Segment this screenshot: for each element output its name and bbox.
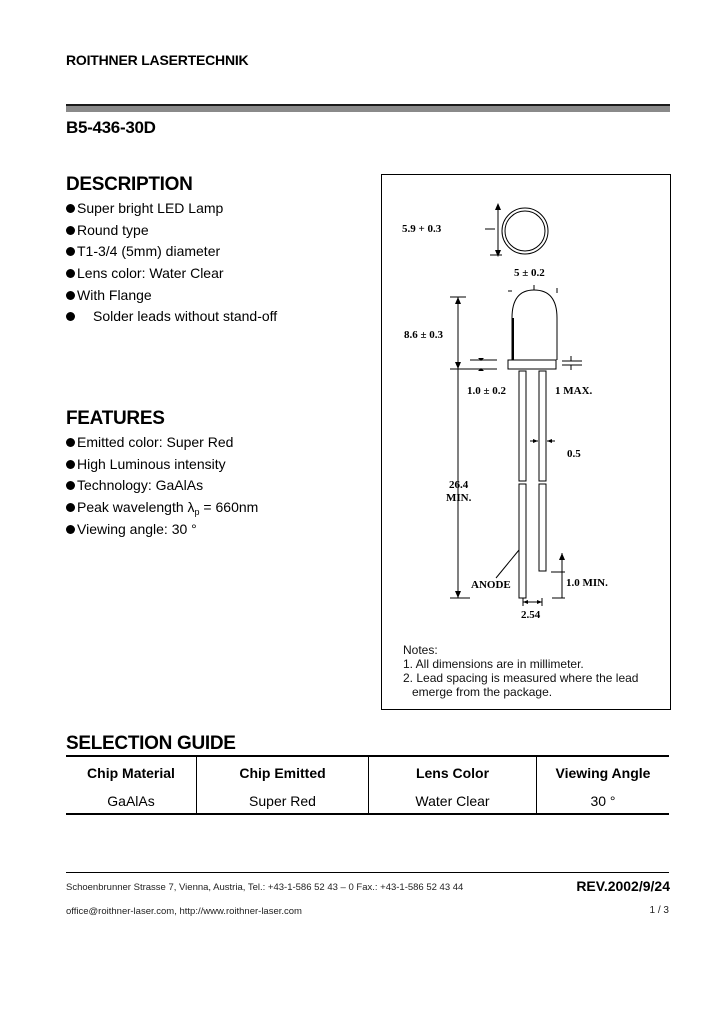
lead-anode-upper xyxy=(518,370,527,482)
bullet-icon xyxy=(66,503,75,513)
top-view-inner-circle xyxy=(504,210,546,252)
lead-cathode-lower xyxy=(538,483,547,572)
table-cell: GaAlAs xyxy=(66,788,197,815)
company-name: ROITHNER LASERTECHNIK xyxy=(66,52,249,68)
table-cell: Super Red xyxy=(196,788,369,815)
led-flange xyxy=(507,359,557,370)
dim-body-diameter: 5 ± 0.2 xyxy=(514,267,545,279)
table-cell: 30 ° xyxy=(536,788,669,815)
package-drawing: 5.9 + 0.3 5 ± 0.2 8.6 ± 0.3 1.0 ± 0.2 1 … xyxy=(381,174,671,710)
description-item: Round type xyxy=(66,220,277,242)
bullet-icon xyxy=(66,225,75,235)
description-item: T1-3/4 (5mm) diameter xyxy=(66,241,277,263)
description-title: DESCRIPTION xyxy=(66,174,193,195)
bullet-icon xyxy=(66,459,75,469)
notes-title: Notes: xyxy=(403,643,438,657)
column-header: Viewing Angle xyxy=(536,755,669,788)
column-header: Lens Color xyxy=(368,755,537,788)
dim-lead-length: 26.4 xyxy=(449,479,469,491)
bullet-icon xyxy=(66,247,75,257)
footer-contact[interactable]: office@roithner-laser.com, http://www.ro… xyxy=(66,906,302,917)
dim-flange-diameter: 5.9 + 0.3 xyxy=(402,223,442,235)
part-number: B5-436-30D xyxy=(66,118,156,137)
table-cell: Water Clear xyxy=(368,788,537,815)
package-drawing-svg: 5.9 + 0.3 5 ± 0.2 8.6 ± 0.3 1.0 ± 0.2 1 … xyxy=(402,203,608,621)
bullet-icon xyxy=(66,524,75,534)
header-bar xyxy=(66,106,670,112)
feature-item: Emitted color: Super Red xyxy=(66,432,258,454)
feature-item: High Luminous intensity xyxy=(66,454,258,476)
footer-address: Schoenbrunner Strasse 7, Vienna, Austria… xyxy=(66,882,464,893)
feature-item-peak-wavelength: Peak wavelength λp = 660nm xyxy=(66,497,258,519)
bullet-icon xyxy=(66,312,75,322)
dim-flange-thickness: 1.0 ± 0.2 xyxy=(467,385,507,397)
led-body xyxy=(511,289,558,360)
top-view-outer-circle xyxy=(501,207,549,255)
note-item: 1. All dimensions are in millimeter. xyxy=(403,657,584,671)
features-list: Emitted color: Super Red High Luminous i… xyxy=(66,432,258,540)
column-header: Chip Material xyxy=(66,755,197,788)
features-title: FEATURES xyxy=(66,408,165,429)
anode-leader xyxy=(495,549,520,579)
table-row: GaAlAs Super Red Water Clear 30 ° xyxy=(66,788,669,815)
bullet-icon xyxy=(66,290,75,300)
page-number: 1 / 3 xyxy=(649,905,669,916)
note-item: 2. Lead spacing is measured where the le… xyxy=(403,671,639,685)
table-header-row: Chip Material Chip Emitted Lens Color Vi… xyxy=(66,755,669,788)
lead-cathode-upper xyxy=(538,370,547,482)
bullet-icon xyxy=(66,269,75,279)
footer-rule xyxy=(66,872,669,873)
selection-guide-title: SELECTION GUIDE xyxy=(66,733,236,754)
description-list: Super bright LED Lamp Round type T1-3/4 … xyxy=(66,198,277,328)
dim-body-height: 8.6 ± 0.3 xyxy=(404,329,444,341)
bullet-icon xyxy=(66,204,75,213)
bullet-icon xyxy=(66,438,75,447)
bullet-icon xyxy=(66,481,75,491)
dim-lead-length-qualifier: MIN. xyxy=(446,492,472,504)
dim-lead-offset: 1.0 MIN. xyxy=(566,577,608,589)
drawing-notes: Notes: 1. All dimensions are in millimet… xyxy=(403,643,638,699)
description-item: With Flange xyxy=(66,285,277,307)
revision-label: REV.2002/9/24 xyxy=(576,878,670,894)
lead-anode-lower xyxy=(518,483,527,599)
feature-item: Technology: GaAlAs xyxy=(66,475,258,497)
description-item: Super bright LED Lamp xyxy=(66,198,277,220)
description-item: Solder leads without stand-off xyxy=(66,306,277,328)
feature-item: Viewing angle: 30 ° xyxy=(66,519,258,541)
column-header: Chip Emitted xyxy=(196,755,369,788)
dim-lead-spacing: 2.54 xyxy=(521,609,541,621)
dim-meniscus: 1 MAX. xyxy=(555,385,593,397)
anode-label: ANODE xyxy=(471,579,511,591)
dim-lead-width: 0.5 xyxy=(567,448,581,460)
selection-guide-table: Chip Material Chip Emitted Lens Color Vi… xyxy=(66,755,669,815)
note-item: emerge from the package. xyxy=(412,685,553,699)
description-item: Lens color: Water Clear xyxy=(66,263,277,285)
